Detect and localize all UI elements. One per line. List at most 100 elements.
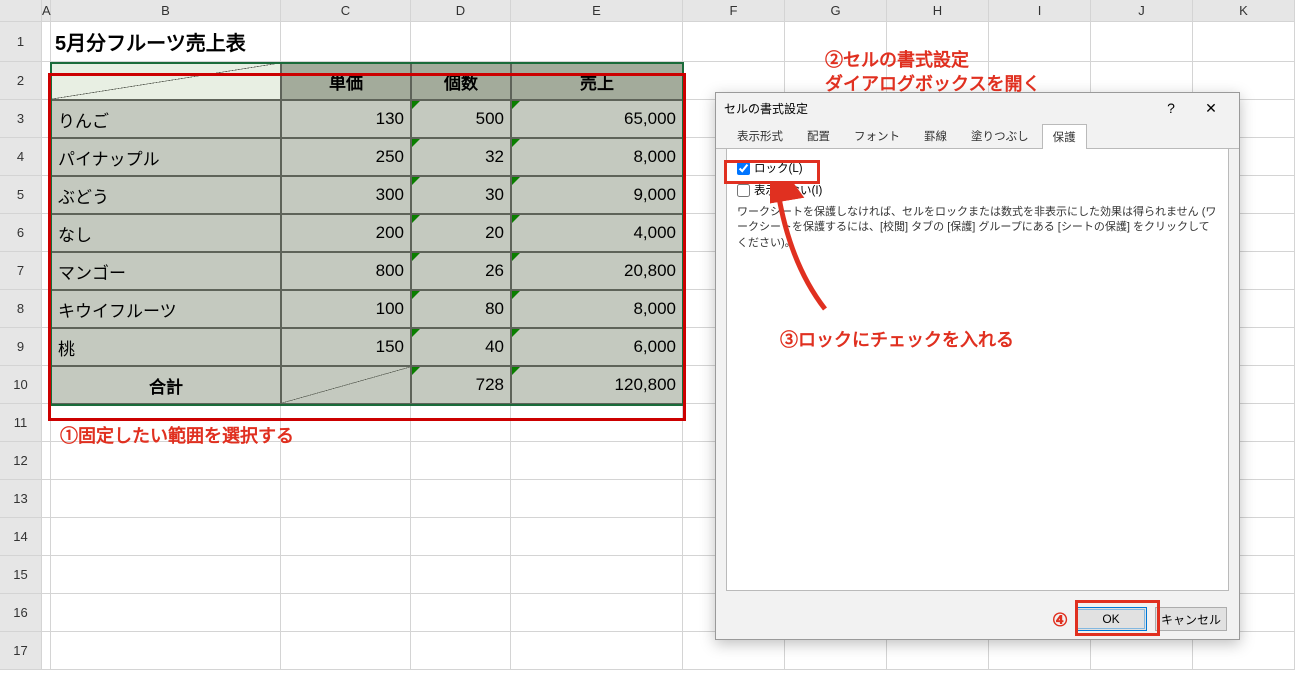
row-header-10[interactable]: 10 [0, 366, 42, 404]
help-icon: ? [1167, 100, 1175, 116]
cell-D8[interactable]: 80 [411, 290, 511, 328]
cell-D3[interactable]: 500 [411, 100, 511, 138]
row-header-5[interactable]: 5 [0, 176, 42, 214]
cell-B8[interactable]: キウイフルーツ [51, 290, 281, 328]
cell-E4[interactable]: 8,000 [511, 138, 683, 176]
row-header-4[interactable]: 4 [0, 138, 42, 176]
col-header-B[interactable]: B [51, 0, 281, 21]
cell-D10[interactable]: 728 [411, 366, 511, 404]
cell-C10-diag[interactable] [281, 366, 411, 404]
cell-C9[interactable]: 150 [281, 328, 411, 366]
row-header-2[interactable]: 2 [0, 62, 42, 100]
cell-J1[interactable] [1091, 22, 1193, 62]
cell-C1[interactable] [281, 22, 411, 62]
cell-I1[interactable] [989, 22, 1091, 62]
cell-E1[interactable] [511, 22, 683, 62]
hide-checkbox-row: 表示しない(I) [737, 181, 1218, 199]
dialog-titlebar[interactable]: セルの書式設定 ? ✕ [716, 93, 1239, 123]
tab-fill[interactable]: 塗りつぶし [960, 123, 1040, 148]
cell-E7[interactable]: 20,800 [511, 252, 683, 290]
col-header-C[interactable]: C [281, 0, 411, 21]
cell-C3[interactable]: 130 [281, 100, 411, 138]
cell-B10-total[interactable]: 合計 [51, 366, 281, 404]
cell-B7[interactable]: マンゴー [51, 252, 281, 290]
close-button[interactable]: ✕ [1191, 93, 1231, 123]
col-header-E[interactable]: E [511, 0, 683, 21]
format-cells-dialog: セルの書式設定 ? ✕ 表示形式 配置 フォント 罫線 塗りつぶし 保護 ロック… [715, 92, 1240, 640]
lock-label: ロック(L) [754, 160, 803, 176]
cell-B6[interactable]: なし [51, 214, 281, 252]
cell-B1-title[interactable]: 5月分フルーツ売上表 [51, 22, 281, 62]
close-icon: ✕ [1205, 100, 1217, 117]
cell-E5[interactable]: 9,000 [511, 176, 683, 214]
row-header-7[interactable]: 7 [0, 252, 42, 290]
cell-E8[interactable]: 8,000 [511, 290, 683, 328]
row-header-17[interactable]: 17 [0, 632, 42, 670]
cancel-button[interactable]: キャンセル [1155, 607, 1227, 631]
row-header-8[interactable]: 8 [0, 290, 42, 328]
row-header-11[interactable]: 11 [0, 404, 42, 442]
dialog-tabs: 表示形式 配置 フォント 罫線 塗りつぶし 保護 [716, 123, 1239, 149]
ok-button[interactable]: OK [1075, 607, 1147, 631]
tab-font[interactable]: フォント [843, 123, 911, 148]
row-header-16[interactable]: 16 [0, 594, 42, 632]
cell-D9[interactable]: 40 [411, 328, 511, 366]
cell-A1[interactable] [42, 22, 51, 62]
cell-C4[interactable]: 250 [281, 138, 411, 176]
col-header-D[interactable]: D [411, 0, 511, 21]
cell-D7[interactable]: 26 [411, 252, 511, 290]
cell-D6[interactable]: 20 [411, 214, 511, 252]
cell-E2-hdr[interactable]: 売上 [511, 62, 683, 100]
cell-E6[interactable]: 4,000 [511, 214, 683, 252]
select-all-corner[interactable] [0, 0, 42, 21]
cell-B4[interactable]: パイナップル [51, 138, 281, 176]
cell-F1[interactable] [683, 22, 785, 62]
cell-D4[interactable]: 32 [411, 138, 511, 176]
cell-C6[interactable]: 200 [281, 214, 411, 252]
cell-D2-hdr[interactable]: 個数 [411, 62, 511, 100]
cell-B5[interactable]: ぶどう [51, 176, 281, 214]
tab-number[interactable]: 表示形式 [726, 123, 794, 148]
cell-D1[interactable] [411, 22, 511, 62]
cell-G1[interactable] [785, 22, 887, 62]
col-header-G[interactable]: G [785, 0, 887, 21]
cell-E9[interactable]: 6,000 [511, 328, 683, 366]
cell-H1[interactable] [887, 22, 989, 62]
hide-checkbox[interactable] [737, 184, 750, 197]
cell-E3[interactable]: 65,000 [511, 100, 683, 138]
row-header-15[interactable]: 15 [0, 556, 42, 594]
row-header-1[interactable]: 1 [0, 22, 42, 62]
col-header-J[interactable]: J [1091, 0, 1193, 21]
row-1: 1 5月分フルーツ売上表 [0, 22, 1295, 62]
tab-border[interactable]: 罫線 [913, 123, 958, 148]
col-header-F[interactable]: F [683, 0, 785, 21]
col-header-H[interactable]: H [887, 0, 989, 21]
col-header-A[interactable]: A [42, 0, 51, 21]
row-header-13[interactable]: 13 [0, 480, 42, 518]
tab-alignment[interactable]: 配置 [796, 123, 841, 148]
cell-B9[interactable]: 桃 [51, 328, 281, 366]
cell-B2-corner[interactable] [51, 62, 281, 100]
row-header-12[interactable]: 12 [0, 442, 42, 480]
row-header-6[interactable]: 6 [0, 214, 42, 252]
row-header-3[interactable]: 3 [0, 100, 42, 138]
row-header-9[interactable]: 9 [0, 328, 42, 366]
cell-C2-hdr[interactable]: 単価 [281, 62, 411, 100]
cell-K1[interactable] [1193, 22, 1295, 62]
cell-A2[interactable] [42, 62, 51, 100]
cell-B3[interactable]: りんご [51, 100, 281, 138]
hide-label: 表示しない(I) [754, 182, 822, 198]
cell-C5[interactable]: 300 [281, 176, 411, 214]
cell-D5[interactable]: 30 [411, 176, 511, 214]
tab-protection[interactable]: 保護 [1042, 124, 1087, 149]
cell-A3[interactable] [42, 100, 51, 138]
help-button[interactable]: ? [1151, 93, 1191, 123]
dialog-body: ロック(L) 表示しない(I) ワークシートを保護しなければ、セルをロックまたは… [726, 149, 1229, 591]
row-header-14[interactable]: 14 [0, 518, 42, 556]
cell-E10[interactable]: 120,800 [511, 366, 683, 404]
col-header-K[interactable]: K [1193, 0, 1295, 21]
cell-C7[interactable]: 800 [281, 252, 411, 290]
cell-C8[interactable]: 100 [281, 290, 411, 328]
col-header-I[interactable]: I [989, 0, 1091, 21]
lock-checkbox[interactable] [737, 162, 750, 175]
